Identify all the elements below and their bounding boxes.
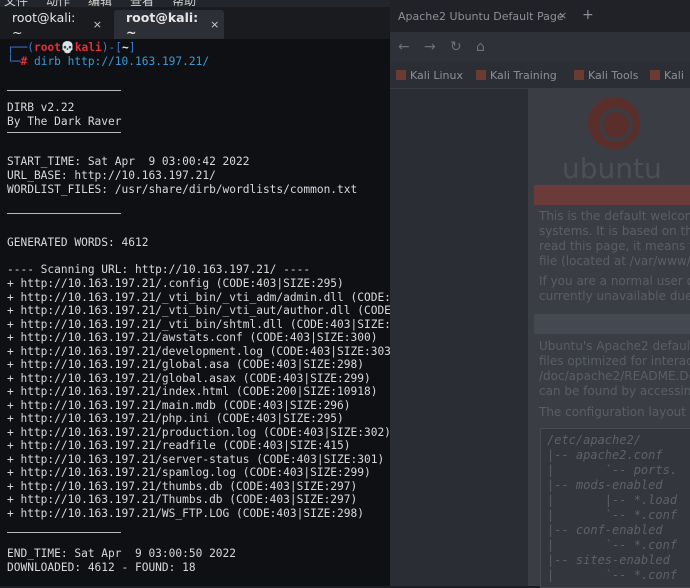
code-line: /etc/apache2/ — [547, 433, 641, 447]
home-icon[interactable]: ⌂ — [476, 39, 485, 55]
prompt-user: root💀kali — [33, 41, 102, 54]
code-line: |-- conf-enabled — [547, 523, 663, 537]
menu-view[interactable]: 查看 — [130, 0, 154, 7]
page-text: can be found by accessing — [539, 384, 690, 398]
close-tab-icon[interactable]: × — [198, 18, 229, 31]
code-line: | `-- *.conf — [547, 568, 678, 582]
result-line: + http://10.163.197.21/readfile (CODE:40… — [7, 439, 351, 452]
result-line: + http://10.163.197.21/development.log (… — [7, 344, 390, 358]
result-line: + http://10.163.197.21/.config (CODE:403… — [7, 277, 344, 290]
banner-line: By The Dark Raver — [7, 115, 122, 128]
terminal-tab-label: root@kali: ~ — [12, 9, 76, 40]
result-line: + http://10.163.197.21/_vti_bin/_vti_adm… — [7, 290, 390, 304]
menu-edit[interactable]: 编辑 — [88, 0, 112, 7]
url-base: URL_BASE: http://10.163.197.21/ — [7, 169, 216, 182]
ubuntu-logo-icon — [588, 97, 640, 149]
end-time: END_TIME: Sat Apr 9 03:00:50 2022 — [7, 547, 237, 560]
result-line: + http://10.163.197.21/production.log (C… — [7, 425, 390, 439]
scanning-header: ---- Scanning URL: http://10.163.197.21/… — [7, 263, 311, 276]
menu-file[interactable]: 文件 — [4, 0, 28, 7]
wordlist-files: WORDLIST_FILES: /usr/share/dirb/wordlist… — [7, 183, 358, 196]
banner-line: DIRB v2.22 — [7, 101, 75, 114]
kali-bookmark-icon — [476, 70, 486, 80]
reload-icon[interactable]: ↻ — [450, 39, 462, 55]
code-line: |-- mods-enabled — [547, 478, 663, 492]
terminal-tab-label: root@kali: ~ — [126, 9, 199, 40]
terminal-tab-2[interactable]: root@kali: ~ × — [114, 9, 224, 40]
command-line: └─# dirb http://10.163.197.21/ — [7, 55, 210, 68]
code-line: | |-- *.load — [547, 493, 678, 507]
browser-tab-close-icon[interactable]: × — [558, 9, 567, 22]
bookmark-kali-linux[interactable]: Kali Linux — [396, 69, 463, 82]
terminal-window[interactable]: root@kali: ~ × root@kali: ~ × ┌──(root💀k… — [0, 7, 390, 586]
page-text: read this page, it means th — [539, 239, 690, 253]
new-tab-icon[interactable]: + — [582, 7, 594, 23]
code-line: |-- sites-enabled — [547, 553, 670, 567]
result-line: + http://10.163.197.21/php.ini (CODE:403… — [7, 412, 344, 425]
separator-line — [7, 532, 121, 533]
terminal-tab-bar: root@kali: ~ × root@kali: ~ × — [0, 7, 390, 40]
result-line: + http://10.163.197.21/awstats.conf (COD… — [7, 331, 378, 344]
code-line: |-- apache2.conf — [547, 448, 663, 462]
result-line: + http://10.163.197.21/Thumbs.db (CODE:4… — [7, 493, 358, 506]
separator-line — [7, 213, 121, 214]
code-line: | `-- *.conf — [547, 538, 678, 552]
code-line: | `-- *.conf — [547, 508, 678, 522]
prompt-line: ┌──(root💀kali)-[~] — [7, 41, 136, 54]
browser-tab[interactable]: Apache2 Ubuntu Default Page — [398, 10, 564, 23]
result-line: + http://10.163.197.21/main.mdb (CODE:40… — [7, 398, 351, 412]
result-line: + http://10.163.197.21/global.asa (CODE:… — [7, 358, 364, 371]
page-text: systems. It is based on the — [539, 224, 690, 238]
close-tab-icon[interactable]: × — [81, 18, 112, 31]
page-text: currently unavailable due t — [539, 289, 690, 303]
page-text: If you are a normal user of — [539, 274, 690, 288]
page-text: files optimized for interact — [539, 354, 690, 368]
page-text: /doc/apache2/README.De — [539, 369, 690, 383]
kali-bookmark-icon — [574, 70, 584, 80]
kali-bookmark-icon — [396, 70, 406, 80]
page-text: file (located at /var/www/ — [539, 254, 690, 268]
page-text: Ubuntu's Apache2 default co — [539, 339, 690, 353]
separator-line — [7, 132, 121, 133]
code-line: | `-- ports. — [547, 463, 678, 477]
bookmark-kali-tools[interactable]: Kali Tools — [574, 69, 638, 82]
result-line: + http://10.163.197.21/spamlog.log (CODE… — [7, 466, 371, 479]
downloaded-summary: DOWNLOADED: 4612 - FOUND: 18 — [7, 560, 196, 574]
result-line: + http://10.163.197.21/thumbs.db (CODE:4… — [7, 479, 358, 493]
menu-help[interactable]: 帮助 — [172, 0, 196, 7]
terminal-output[interactable]: ┌──(root💀kali)-[~] └─# dirb http://10.16… — [0, 39, 390, 586]
forward-icon[interactable]: → — [424, 39, 436, 55]
result-line: + http://10.163.197.21/WS_FTP.LOG (CODE:… — [7, 506, 364, 520]
menu-actions[interactable]: 动作 — [46, 0, 70, 7]
page-text: The configuration layout fo — [539, 405, 690, 419]
bookmark-kali-training[interactable]: Kali Training — [476, 69, 557, 82]
generated-words: GENERATED WORDS: 4612 — [7, 236, 149, 249]
ubuntu-wordmark: ubuntu — [562, 152, 662, 185]
result-line: + http://10.163.197.21/_vti_bin/_vti_aut… — [7, 304, 390, 317]
section-header-bar — [534, 314, 690, 334]
terminal-tab-1[interactable]: root@kali: ~ × — [0, 9, 112, 40]
bookmark-kali[interactable]: Kali — [650, 69, 684, 82]
result-line: + http://10.163.197.21/index.html (CODE:… — [7, 385, 378, 398]
result-line: + http://10.163.197.21/global.asax (CODE… — [7, 371, 371, 385]
page-title-banner — [534, 185, 690, 205]
command-text: dirb http://10.163.197.21/ — [27, 55, 210, 68]
kali-bookmark-icon — [650, 70, 660, 80]
result-line: + http://10.163.197.21/_vti_bin/shtml.dl… — [7, 317, 390, 331]
start-time: START_TIME: Sat Apr 9 03:00:42 2022 — [7, 155, 250, 168]
page-text: This is the default welcome — [539, 209, 690, 223]
prompt-dir: ~ — [122, 41, 129, 54]
separator-line — [7, 90, 121, 91]
back-icon[interactable]: ← — [398, 39, 410, 55]
result-line: + http://10.163.197.21/server-status (CO… — [7, 452, 385, 466]
